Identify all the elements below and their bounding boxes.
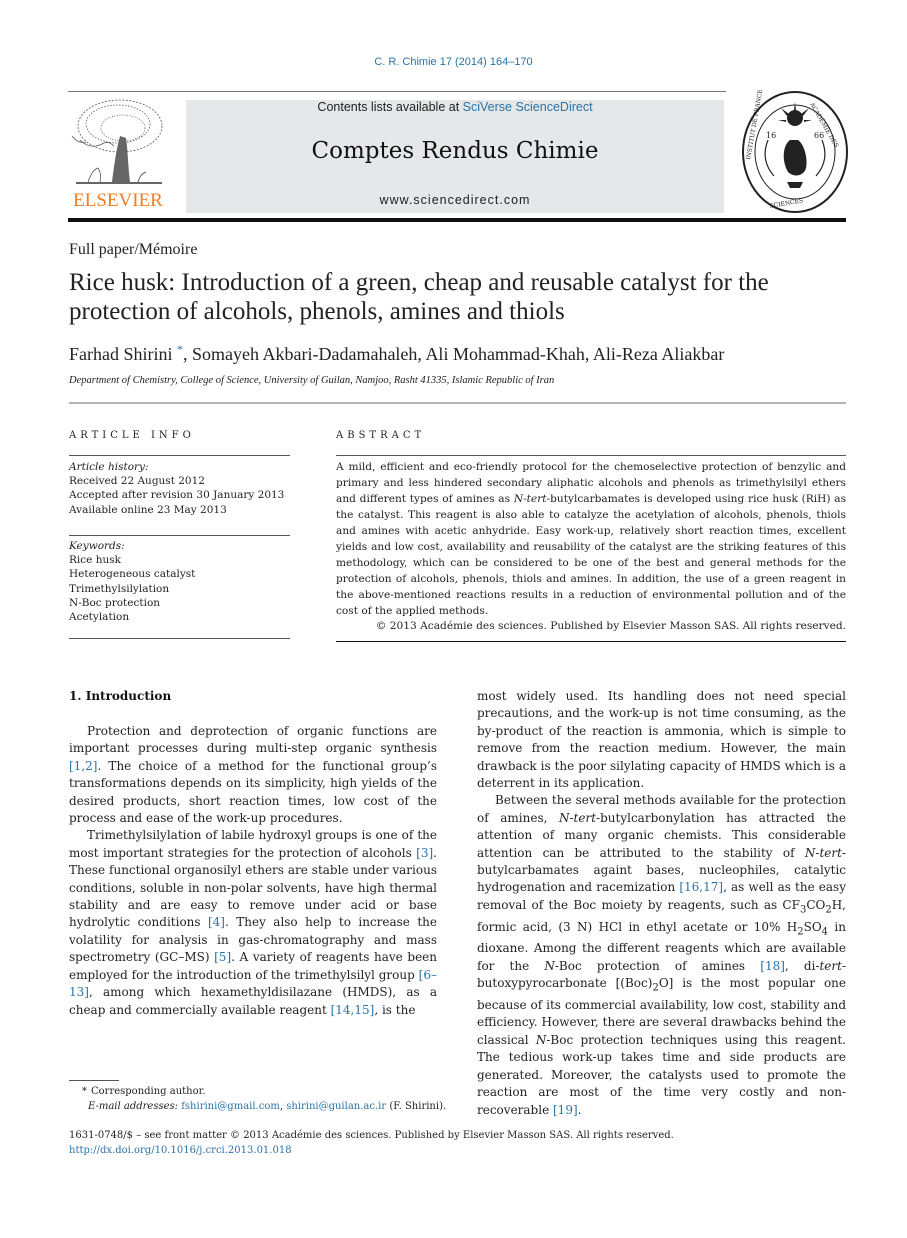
svg-text:66: 66 [814, 131, 824, 140]
history-online: Available online 23 May 2013 [69, 503, 227, 516]
citation-link[interactable]: [18] [760, 959, 785, 973]
article-history-label: Article history: [69, 461, 149, 473]
keywords-rule [69, 535, 290, 536]
elsevier-wordmark: ELSEVIER [73, 190, 163, 211]
svg-text:16: 16 [766, 131, 776, 140]
article-type: Full paper/Mémoire [69, 241, 198, 258]
abstract-italic: N-tert [513, 493, 547, 505]
keyword: Trimethylsilylation [69, 582, 170, 595]
paragraph: most widely used. Its handling does not … [477, 689, 846, 791]
introduction-heading: 1. Introduction [69, 689, 172, 703]
journal-url[interactable]: www.sciencedirect.com [186, 193, 724, 207]
footnote-rule [69, 1080, 119, 1081]
email-link[interactable]: shirini@guilan.ac.ir [286, 1101, 386, 1112]
author-list: Farhad Shirini *, Somayeh Akbari-Dadamah… [69, 342, 725, 364]
paragraph: Between the several methods available fo… [477, 793, 847, 1117]
email-addresses: E-mail addresses: fshirini@gmail.com, sh… [88, 1101, 447, 1112]
citation-link[interactable]: [16,17] [679, 880, 723, 894]
author-name[interactable]: Somayeh Akbari-Dadamahaleh [192, 344, 417, 364]
history-accepted: Accepted after revision 30 January 2013 [69, 489, 285, 502]
abstract-end-rule [336, 641, 846, 642]
citation-link[interactable]: [4] [208, 915, 225, 929]
front-matter: 1631-0748/$ – see front matter © 2013 Ac… [69, 1128, 849, 1158]
body-column-right: most widely used. Its handling does not … [477, 688, 846, 1119]
article-history: Article history: Received 22 August 2012… [69, 460, 294, 517]
article-head-divider [69, 402, 846, 404]
article-info-end-rule [69, 638, 290, 639]
abstract-rule [336, 455, 846, 456]
elsevier-tree-icon [71, 99, 163, 184]
affiliation: Department of Chemistry, College of Scie… [69, 375, 555, 386]
paragraph: Protection and deprotection of organic f… [69, 724, 437, 826]
academie-seal-icon: 16 66 INSTITUT DE FRANCE ACADÉMIE DES SC… [742, 89, 848, 213]
header-rule-bottom [68, 218, 846, 222]
author-name[interactable]: Farhad Shirini [69, 344, 173, 364]
article-info-rule [69, 455, 290, 456]
keyword: N-Boc protection [69, 596, 161, 609]
email-link[interactable]: fshirini@gmail.com [181, 1101, 280, 1112]
body-column-left: Protection and deprotection of organic f… [69, 723, 437, 1019]
keyword: Acetylation [69, 611, 130, 624]
abstract-part: -butylcarbamates is developed using rice… [336, 493, 847, 617]
abstract-heading: ABSTRACT [336, 430, 426, 441]
footnote: * Corresponding author. E-mail addresses:… [69, 1084, 449, 1114]
author-name[interactable]: Ali Mohammad-Khah [425, 344, 584, 364]
citation-link[interactable]: [1,2] [69, 759, 97, 773]
header-rule-top [68, 91, 726, 92]
corresponding-author-note: * Corresponding author. [69, 1084, 449, 1099]
history-received: Received 22 August 2012 [69, 475, 205, 488]
author-name[interactable]: Ali-Reza Aliakbar [593, 344, 724, 364]
citation-link[interactable]: [14,15] [331, 1003, 375, 1017]
article-title: Rice husk: Introduction of a green, chea… [69, 269, 769, 325]
abstract-copyright: © 2013 Académie des sciences. Published … [375, 620, 846, 632]
paragraph: Trimethylsilylation of labile hydroxyl g… [69, 828, 437, 1017]
abstract-text: A mild, efficient and eco-friendly proto… [336, 459, 846, 619]
keyword: Rice husk [69, 554, 121, 567]
article-info-heading: ARTICLE INFO [69, 430, 195, 441]
citation-link[interactable]: [3] [416, 846, 433, 860]
issn-line: 1631-0748/$ – see front matter © 2013 Ac… [69, 1130, 674, 1141]
journal-title[interactable]: Comptes Rendus Chimie [186, 138, 724, 164]
footnote-mark: * [82, 1086, 87, 1097]
publisher-logo[interactable]: ELSEVIER [68, 96, 168, 212]
society-logo[interactable]: 16 66 INSTITUT DE FRANCE ACADÉMIE DES SC… [740, 89, 850, 214]
citation-link[interactable]: [5] [214, 950, 231, 964]
keywords: Keywords: Rice husk Heterogeneous cataly… [69, 539, 294, 624]
keyword: Heterogeneous catalyst [69, 568, 196, 581]
sciencedirect-link[interactable]: SciVerse ScienceDirect [463, 100, 593, 114]
citation-link[interactable]: [19] [553, 1103, 578, 1117]
contents-prefix: Contents lists available at [317, 100, 463, 114]
journal-reference[interactable]: C. R. Chimie 17 (2014) 164–170 [0, 56, 907, 68]
doi-link[interactable]: http://dx.doi.org/10.1016/j.crci.2013.01… [69, 1145, 292, 1156]
contents-availability: Contents lists available at SciVerse Sci… [186, 100, 724, 114]
keywords-label: Keywords: [69, 540, 125, 552]
